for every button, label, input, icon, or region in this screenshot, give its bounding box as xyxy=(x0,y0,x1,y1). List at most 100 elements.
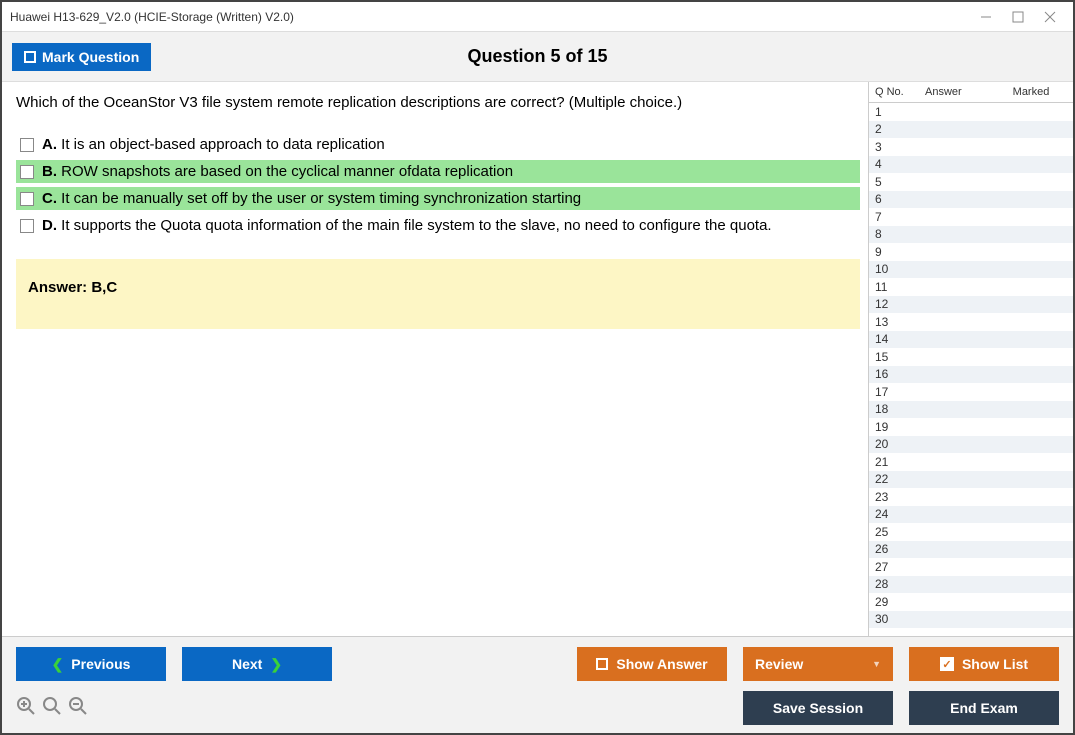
show-list-button[interactable]: ✓ Show List xyxy=(909,647,1059,681)
row-qno: 26 xyxy=(869,542,919,556)
row-qno: 7 xyxy=(869,210,919,224)
row-qno: 23 xyxy=(869,490,919,504)
next-label: Next xyxy=(232,656,262,672)
question-row[interactable]: 19 xyxy=(869,418,1073,436)
close-icon[interactable] xyxy=(1043,10,1057,24)
zoom-reset-icon[interactable] xyxy=(42,696,62,721)
previous-button[interactable]: ❮ Previous xyxy=(16,647,166,681)
question-row[interactable]: 13 xyxy=(869,313,1073,331)
question-row[interactable]: 10 xyxy=(869,261,1073,279)
row-qno: 27 xyxy=(869,560,919,574)
option-label: C. It can be manually set off by the use… xyxy=(42,190,581,207)
minimize-icon[interactable] xyxy=(979,10,993,24)
question-row[interactable]: 14 xyxy=(869,331,1073,349)
maximize-icon[interactable] xyxy=(1011,10,1025,24)
checkbox-icon xyxy=(24,51,36,63)
question-row[interactable]: 30 xyxy=(869,611,1073,629)
body-area: Which of the OceanStor V3 file system re… xyxy=(2,82,1073,636)
zoom-in-icon[interactable] xyxy=(16,696,36,721)
question-row[interactable]: 23 xyxy=(869,488,1073,506)
row-qno: 30 xyxy=(869,612,919,626)
checkbox-icon xyxy=(596,658,608,670)
row-qno: 3 xyxy=(869,140,919,154)
options-list: A. It is an object-based approach to dat… xyxy=(16,133,860,237)
show-list-label: Show List xyxy=(962,656,1028,672)
question-row[interactable]: 12 xyxy=(869,296,1073,314)
save-session-button[interactable]: Save Session xyxy=(743,691,893,725)
question-row[interactable]: 28 xyxy=(869,576,1073,594)
chevron-right-icon: ❯ xyxy=(270,656,282,673)
button-row-2: Save Session End Exam xyxy=(16,691,1059,725)
checkbox-icon[interactable] xyxy=(20,138,34,152)
zoom-controls xyxy=(16,696,88,721)
question-row[interactable]: 27 xyxy=(869,558,1073,576)
row-qno: 28 xyxy=(869,577,919,591)
window-controls xyxy=(979,10,1065,24)
checkbox-icon[interactable] xyxy=(20,219,34,233)
row-qno: 5 xyxy=(869,175,919,189)
question-row[interactable]: 15 xyxy=(869,348,1073,366)
mark-question-label: Mark Question xyxy=(42,49,139,65)
question-row[interactable]: 5 xyxy=(869,173,1073,191)
row-qno: 1 xyxy=(869,105,919,119)
question-row[interactable]: 7 xyxy=(869,208,1073,226)
question-row[interactable]: 26 xyxy=(869,541,1073,559)
zoom-out-icon[interactable] xyxy=(68,696,88,721)
question-row[interactable]: 3 xyxy=(869,138,1073,156)
row-qno: 11 xyxy=(869,280,919,294)
review-label: Review xyxy=(755,656,803,672)
question-text: Which of the OceanStor V3 file system re… xyxy=(16,94,860,111)
question-row[interactable]: 24 xyxy=(869,506,1073,524)
row-qno: 6 xyxy=(869,192,919,206)
question-row[interactable]: 22 xyxy=(869,471,1073,489)
row-qno: 22 xyxy=(869,472,919,486)
question-row[interactable]: 6 xyxy=(869,191,1073,209)
button-row-1: ❮ Previous Next ❯ Show Answer Review ▼ ✓… xyxy=(16,647,1059,681)
question-row[interactable]: 21 xyxy=(869,453,1073,471)
question-list-body[interactable]: 1234567891011121314151617181920212223242… xyxy=(869,103,1073,636)
row-qno: 14 xyxy=(869,332,919,346)
row-qno: 13 xyxy=(869,315,919,329)
option-d[interactable]: D. It supports the Quota quota informati… xyxy=(16,214,860,237)
answer-box: Answer: B,C xyxy=(16,259,860,329)
end-exam-label: End Exam xyxy=(950,700,1018,716)
question-row[interactable]: 4 xyxy=(869,156,1073,174)
question-row[interactable]: 9 xyxy=(869,243,1073,261)
question-row[interactable]: 29 xyxy=(869,593,1073,611)
answer-text: Answer: B,C xyxy=(28,279,848,296)
checkbox-icon[interactable] xyxy=(20,192,34,206)
dropdown-icon: ▼ xyxy=(872,659,881,669)
show-answer-label: Show Answer xyxy=(616,656,707,672)
question-row[interactable]: 17 xyxy=(869,383,1073,401)
question-row[interactable]: 2 xyxy=(869,121,1073,139)
previous-label: Previous xyxy=(71,656,130,672)
row-qno: 16 xyxy=(869,367,919,381)
review-button[interactable]: Review ▼ xyxy=(743,647,893,681)
option-label: D. It supports the Quota quota informati… xyxy=(42,217,772,234)
row-qno: 15 xyxy=(869,350,919,364)
titlebar: Huawei H13-629_V2.0 (HCIE-Storage (Writt… xyxy=(2,2,1073,32)
question-row[interactable]: 25 xyxy=(869,523,1073,541)
option-a[interactable]: A. It is an object-based approach to dat… xyxy=(16,133,860,156)
question-row[interactable]: 1 xyxy=(869,103,1073,121)
save-session-label: Save Session xyxy=(773,700,863,716)
question-row[interactable]: 11 xyxy=(869,278,1073,296)
header-qno: Q No. xyxy=(869,82,919,102)
question-row[interactable]: 18 xyxy=(869,401,1073,419)
topbar: Mark Question Question 5 of 15 xyxy=(2,32,1073,82)
end-exam-button[interactable]: End Exam xyxy=(909,691,1059,725)
header-answer: Answer xyxy=(919,82,989,102)
option-b[interactable]: B. ROW snapshots are based on the cyclic… xyxy=(16,160,860,183)
checkbox-icon[interactable] xyxy=(20,165,34,179)
row-qno: 21 xyxy=(869,455,919,469)
header-marked: Marked xyxy=(989,82,1073,102)
question-row[interactable]: 20 xyxy=(869,436,1073,454)
next-button[interactable]: Next ❯ xyxy=(182,647,332,681)
mark-question-button[interactable]: Mark Question xyxy=(12,43,151,71)
row-qno: 25 xyxy=(869,525,919,539)
question-row[interactable]: 8 xyxy=(869,226,1073,244)
option-c[interactable]: C. It can be manually set off by the use… xyxy=(16,187,860,210)
question-row[interactable]: 16 xyxy=(869,366,1073,384)
question-counter: Question 5 of 15 xyxy=(467,46,607,67)
show-answer-button[interactable]: Show Answer xyxy=(577,647,727,681)
